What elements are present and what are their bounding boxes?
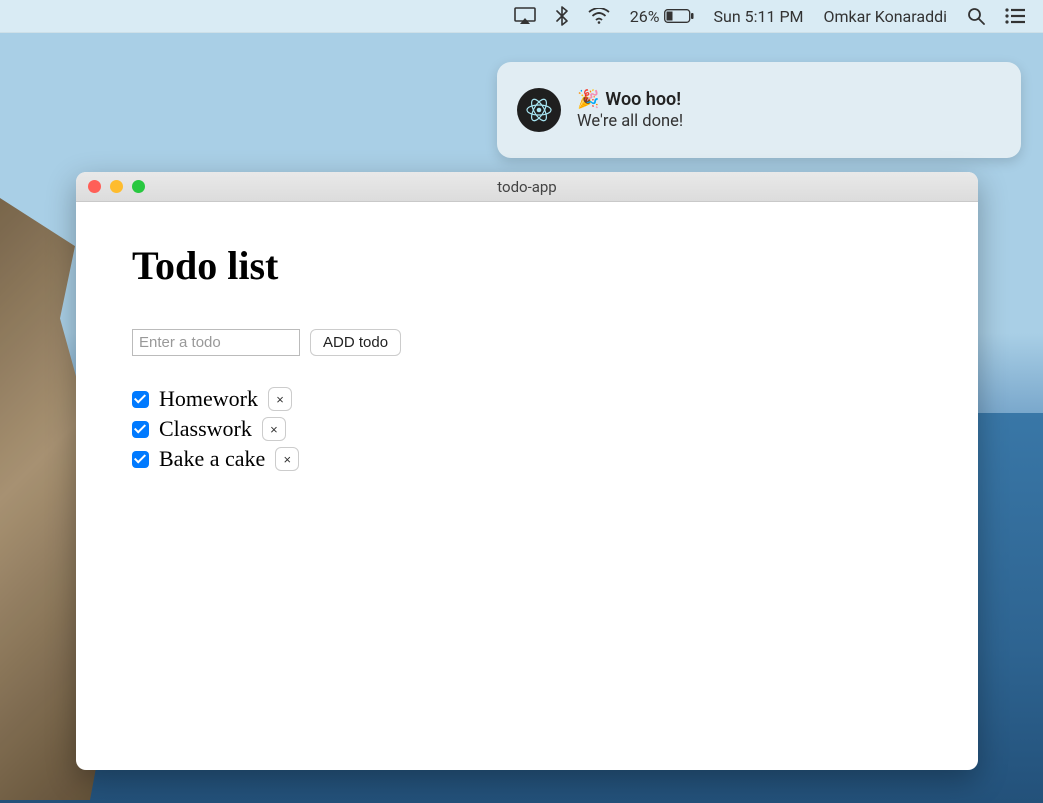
todo-item: Classwork ×	[132, 414, 922, 444]
remove-todo-button[interactable]: ×	[275, 447, 299, 471]
wifi-icon[interactable]	[588, 8, 610, 24]
battery-percent-label: 26%	[630, 7, 660, 26]
add-todo-button[interactable]: ADD todo	[310, 329, 401, 356]
remove-todo-button[interactable]: ×	[268, 387, 292, 411]
app-body: Todo list ADD todo Homework×Classwork×Ba…	[76, 202, 978, 770]
window-titlebar[interactable]: todo-app	[76, 172, 978, 202]
user-label: Omkar Konaraddi	[824, 7, 947, 26]
todo-item: Bake a cake ×	[132, 444, 922, 474]
airplay-icon[interactable]	[514, 7, 536, 25]
window-minimize-button[interactable]	[110, 180, 123, 193]
todo-checkbox[interactable]	[132, 421, 149, 438]
todo-label: Homework	[159, 386, 258, 412]
todo-item: Homework ×	[132, 384, 922, 414]
app-window: todo-app Todo list ADD todo Homework×Cla…	[76, 172, 978, 770]
bluetooth-icon[interactable]	[556, 6, 568, 26]
notification-body: We're all done!	[577, 112, 683, 131]
notification-content: 🎉 Woo hoo! We're all done!	[577, 89, 683, 131]
party-popper-icon: 🎉	[577, 89, 599, 110]
todo-input[interactable]	[132, 329, 300, 356]
todo-checkbox[interactable]	[132, 451, 149, 468]
notification-app-icon	[517, 88, 561, 132]
todo-label: Classwork	[159, 416, 252, 442]
window-close-button[interactable]	[88, 180, 101, 193]
page-title: Todo list	[132, 242, 922, 289]
menubar-user[interactable]: Omkar Konaraddi	[824, 7, 947, 26]
todo-label: Bake a cake	[159, 446, 265, 472]
notification-title: Woo hoo!	[605, 89, 681, 110]
todo-checkbox[interactable]	[132, 391, 149, 408]
todo-list: Homework×Classwork×Bake a cake×	[132, 384, 922, 474]
menu-list-icon[interactable]	[1005, 8, 1025, 24]
menubar-clock[interactable]: Sun 5:11 PM	[714, 7, 804, 26]
electron-icon	[524, 95, 554, 125]
window-maximize-button[interactable]	[132, 180, 145, 193]
remove-todo-button[interactable]: ×	[262, 417, 286, 441]
spotlight-search-icon[interactable]	[967, 7, 985, 25]
window-title: todo-app	[76, 178, 978, 196]
battery-status[interactable]: 26%	[630, 7, 694, 26]
clock-label: Sun 5:11 PM	[714, 7, 804, 26]
system-notification[interactable]: 🎉 Woo hoo! We're all done!	[497, 62, 1021, 158]
mac-menubar: 26% Sun 5:11 PM Omkar Konaraddi	[0, 0, 1043, 33]
new-todo-row: ADD todo	[132, 329, 922, 356]
traffic-lights	[88, 172, 145, 201]
